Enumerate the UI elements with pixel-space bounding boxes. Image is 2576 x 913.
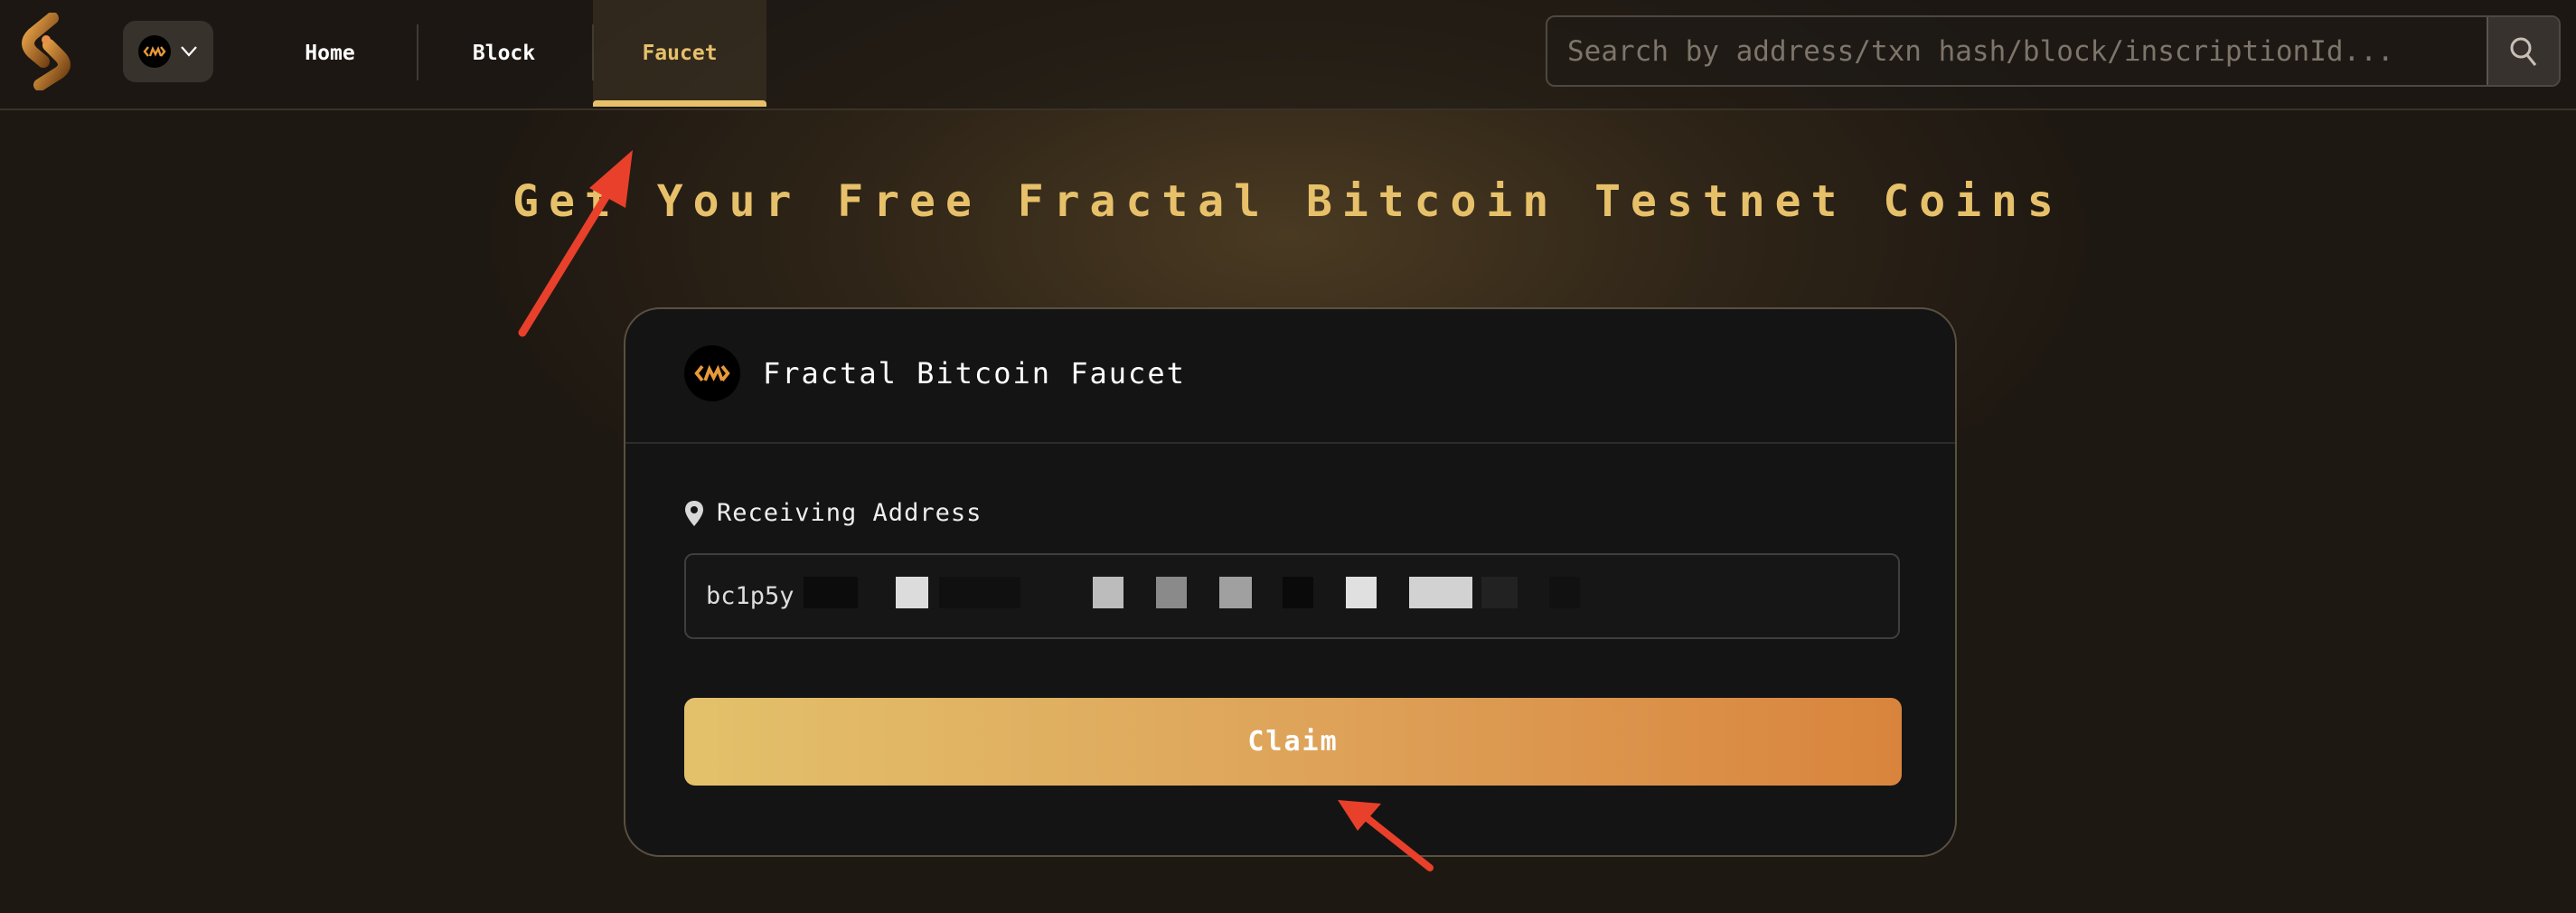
search-icon [2510, 37, 2537, 66]
search-input[interactable] [1547, 17, 2487, 85]
card-title: Fractal Bitcoin Faucet [763, 356, 1186, 391]
nav-block[interactable]: Block [434, 0, 574, 107]
network-selector[interactable] [123, 21, 213, 82]
claim-button[interactable]: Claim [684, 698, 1902, 786]
location-pin-icon [685, 500, 703, 526]
top-nav-bar: Home Block Faucet [0, 0, 2576, 110]
nav-divider [417, 24, 418, 80]
card-header: Fractal Bitcoin Faucet [625, 309, 1955, 444]
nav-home-label: Home [305, 42, 355, 65]
address-label-text: Receiving Address [717, 499, 982, 527]
address-label: Receiving Address [684, 499, 982, 527]
fractal-bitcoin-icon [684, 345, 740, 401]
page-title: Get Your Free Fractal Bitcoin Testnet Co… [512, 176, 2064, 227]
chevron-down-icon [181, 46, 197, 57]
fractal-bitcoin-icon [138, 35, 171, 68]
nav-faucet[interactable]: Faucet [593, 0, 766, 107]
nav-home[interactable]: Home [262, 0, 398, 107]
faucet-card: Fractal Bitcoin Faucet Receiving Address… [624, 307, 1957, 857]
search-bar [1546, 15, 2561, 87]
address-field [684, 553, 1900, 639]
active-tab-indicator [593, 100, 766, 107]
nav-faucet-label: Faucet [642, 42, 718, 65]
search-button[interactable] [2487, 17, 2559, 85]
site-logo-icon[interactable] [16, 13, 80, 90]
nav-block-label: Block [472, 42, 536, 65]
